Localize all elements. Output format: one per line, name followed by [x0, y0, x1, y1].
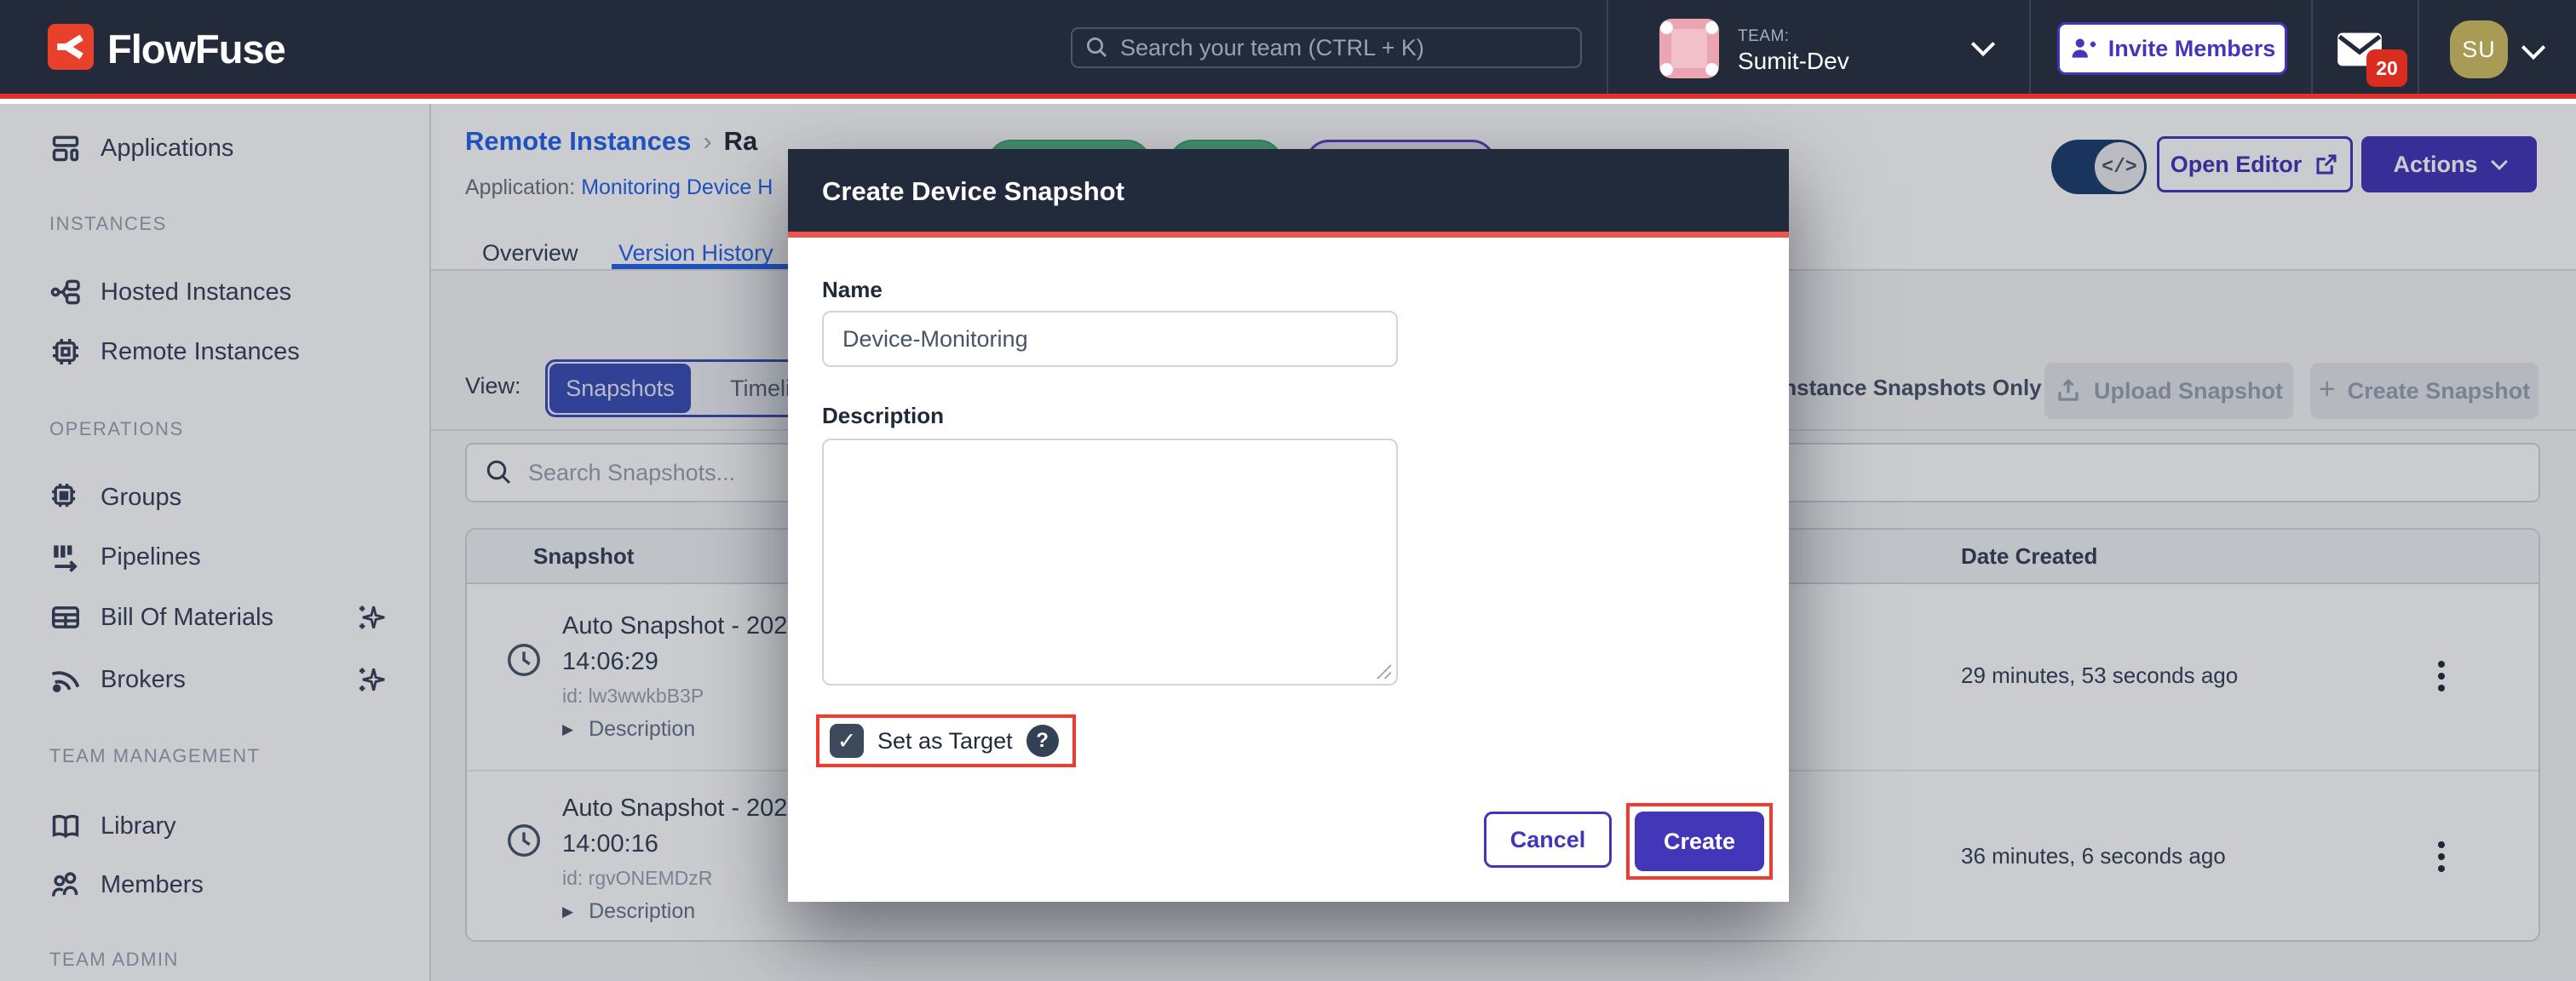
modal-title: Create Device Snapshot — [822, 149, 1124, 234]
team-avatar[interactable] — [1659, 19, 1719, 78]
team-search[interactable] — [1071, 27, 1582, 68]
description-textarea[interactable] — [822, 439, 1398, 686]
name-label: Name — [822, 277, 883, 303]
description-label: Description — [822, 403, 944, 429]
help-icon[interactable]: ? — [1026, 725, 1059, 757]
set-as-target-checkbox[interactable]: ✓ — [830, 724, 864, 758]
divider — [2418, 0, 2419, 94]
divider — [2029, 0, 2031, 94]
set-as-target-label: Set as Target — [877, 728, 1013, 754]
name-input[interactable] — [822, 311, 1398, 367]
team-search-input[interactable] — [1120, 35, 1563, 61]
cancel-button[interactable]: Cancel — [1484, 812, 1612, 868]
create-device-snapshot-modal: Create Device Snapshot Name Description … — [788, 149, 1789, 902]
create-button-highlight: Create — [1626, 803, 1773, 880]
divider — [1607, 0, 1608, 94]
divider — [2311, 0, 2313, 94]
team-label: TEAM: — [1738, 27, 1790, 46]
user-plus-icon — [2069, 34, 2098, 63]
brand-name[interactable]: FlowFuse — [107, 26, 285, 72]
modal-header: Create Device Snapshot — [788, 149, 1789, 238]
create-button[interactable]: Create — [1635, 812, 1764, 871]
flowfuse-logo-icon[interactable] — [48, 24, 94, 70]
user-menu-chevron-down-icon[interactable] — [2521, 36, 2545, 60]
team-name[interactable]: Sumit-Dev — [1738, 48, 1849, 75]
notification-count-badge[interactable]: 20 — [2366, 49, 2407, 87]
invite-members-button[interactable]: Invite Members — [2057, 22, 2287, 75]
user-avatar[interactable]: SU — [2450, 20, 2508, 78]
search-icon — [1084, 35, 1110, 60]
top-navbar: FlowFuse TEAM: Sumit-Dev Invite Members … — [0, 0, 2576, 99]
set-as-target-highlight: ✓ Set as Target ? — [816, 714, 1076, 767]
team-chevron-down-icon[interactable] — [1971, 32, 1995, 56]
